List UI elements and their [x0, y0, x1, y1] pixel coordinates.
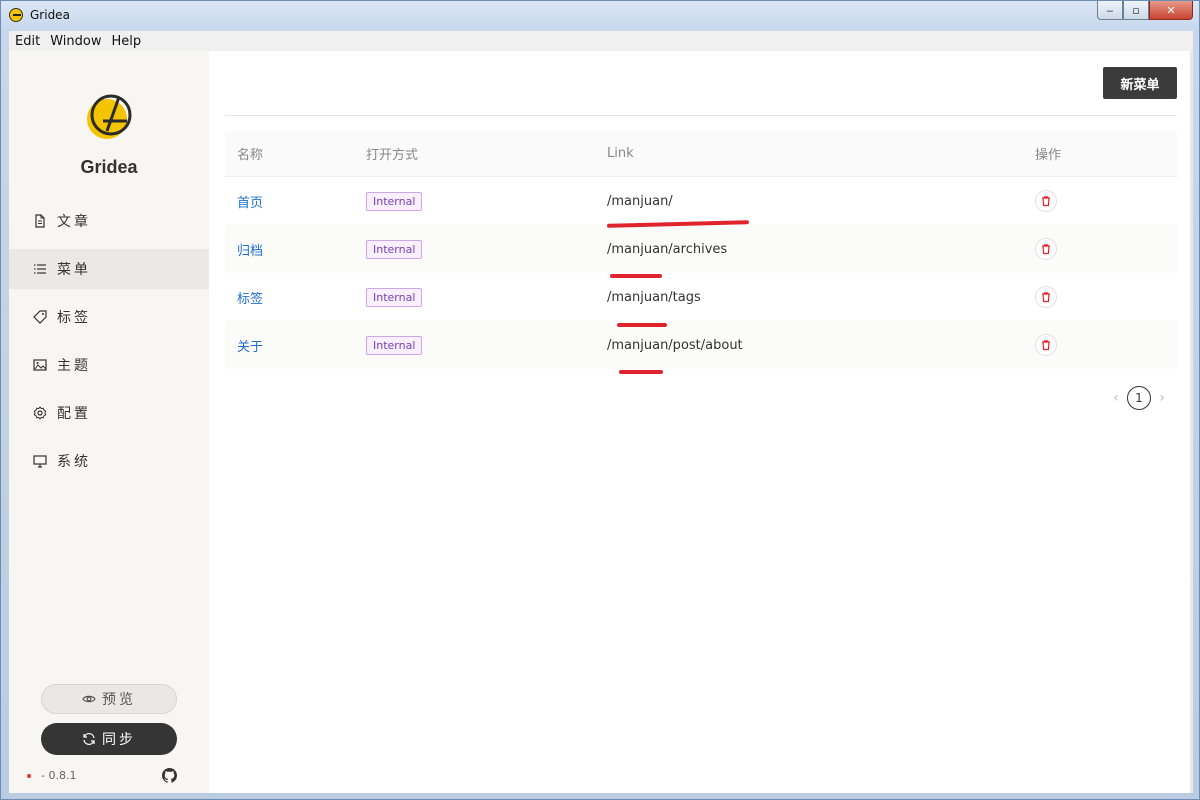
open-type-badge: Internal — [366, 335, 423, 355]
window-controls: ‒ ▫ ✕ — [1097, 1, 1193, 20]
update-dot — [27, 773, 31, 778]
column-header-open-type: 打开方式 — [366, 148, 419, 163]
sync-label: 同步 — [102, 732, 136, 748]
list-icon — [33, 262, 47, 276]
window-title: Gridea — [30, 8, 70, 22]
version-info: - 0.8.1 — [27, 769, 76, 782]
menu-name-link[interactable]: 标签 — [237, 292, 263, 307]
delete-button[interactable] — [1035, 334, 1057, 356]
open-type-badge: Internal — [366, 287, 423, 307]
app-window: Gridea ‒ ▫ ✕ Edit Window Help Gridea 文章 … — [0, 0, 1200, 800]
page-number-current[interactable]: 1 — [1127, 386, 1151, 410]
table-row: 关于 Internal /manjuan/post/about — [225, 321, 1177, 374]
table-header: 名称 打开方式 Link 操作 — [225, 131, 1177, 177]
menu-bar: Edit Window Help — [9, 31, 1193, 51]
table-row: 标签 Internal /manjuan/tags — [225, 273, 1177, 327]
window-edge-strip — [1190, 51, 1193, 793]
sidebar: Gridea 文章 菜单 标签 主题 配置 系统 预览 同步 - 0.8.1 — [9, 51, 209, 793]
trash-icon — [1042, 340, 1050, 351]
sidebar-item-label: 配置 — [57, 406, 91, 422]
table-body: 首页 Internal /manjuan/ 归档 Internal /manju… — [225, 177, 1177, 374]
version-text: - 0.8.1 — [41, 769, 77, 782]
document-icon — [33, 214, 47, 228]
trash-icon — [1042, 292, 1050, 303]
header-divider — [225, 115, 1177, 116]
red-annotation-underline — [617, 322, 667, 327]
sidebar-nav: 文章 菜单 标签 主题 配置 系统 — [9, 201, 209, 489]
menu-name-link[interactable]: 关于 — [237, 340, 263, 355]
monitor-icon — [33, 454, 47, 468]
menu-table: 名称 打开方式 Link 操作 首页 Internal /manjuan/ 归档… — [225, 131, 1177, 374]
menu-name-link[interactable]: 首页 — [237, 196, 263, 211]
menu-help[interactable]: Help — [111, 34, 141, 49]
trash-icon — [1042, 196, 1050, 207]
open-type-badge: Internal — [366, 239, 423, 259]
red-annotation-underline — [619, 369, 663, 374]
table-row: 归档 Internal /manjuan/archives — [225, 225, 1177, 278]
new-menu-button[interactable]: 新菜单 — [1103, 67, 1177, 99]
table-row: 首页 Internal /manjuan/ — [225, 177, 1177, 228]
sidebar-item-label: 系统 — [57, 454, 91, 470]
delete-button[interactable] — [1035, 238, 1057, 260]
column-header-link: Link — [607, 146, 634, 161]
client-area: Gridea 文章 菜单 标签 主题 配置 系统 预览 同步 - 0.8.1 新… — [9, 51, 1190, 793]
title-bar[interactable]: Gridea ‒ ▫ ✕ — [1, 1, 1199, 31]
gear-icon — [33, 406, 47, 420]
preview-button[interactable]: 预览 — [41, 684, 177, 714]
main-content: 新菜单 名称 打开方式 Link 操作 首页 Internal /manjuan… — [209, 51, 1190, 793]
delete-button[interactable] — [1035, 190, 1057, 212]
github-icon[interactable] — [162, 768, 177, 783]
tag-icon — [33, 310, 47, 324]
sidebar-item-label: 标签 — [57, 310, 91, 326]
sidebar-item-themes[interactable]: 主题 — [9, 345, 209, 385]
sidebar-item-label: 菜单 — [57, 262, 91, 278]
open-type-badge: Internal — [366, 191, 423, 211]
brand-name: Gridea — [80, 157, 138, 177]
column-header-actions: 操作 — [1035, 148, 1062, 163]
prev-page-icon[interactable]: ‹ — [1109, 390, 1123, 406]
image-icon — [33, 358, 47, 372]
menu-window[interactable]: Window — [50, 34, 101, 49]
column-header-name: 名称 — [237, 148, 264, 163]
menu-link-text: /manjuan/post/about — [607, 337, 743, 353]
sidebar-item-settings[interactable]: 配置 — [9, 393, 209, 433]
menu-name-link[interactable]: 归档 — [237, 244, 263, 259]
pagination: ‹ 1 › — [1109, 386, 1169, 410]
minimize-button[interactable]: ‒ — [1097, 1, 1123, 20]
maximize-button[interactable]: ▫ — [1123, 1, 1149, 20]
app-logo-icon — [9, 8, 23, 22]
sidebar-item-menu[interactable]: 菜单 — [9, 249, 209, 289]
sidebar-item-label: 文章 — [57, 214, 91, 230]
sidebar-item-system[interactable]: 系统 — [9, 441, 209, 481]
menu-link-text: /manjuan/ — [607, 193, 673, 209]
menu-link-text: /manjuan/archives — [607, 241, 728, 257]
gridea-logo-icon — [87, 94, 132, 139]
preview-label: 预览 — [102, 692, 136, 708]
menu-edit[interactable]: Edit — [15, 34, 40, 49]
trash-icon — [1042, 244, 1050, 255]
eye-icon — [82, 695, 96, 703]
delete-button[interactable] — [1035, 286, 1057, 308]
next-page-icon[interactable]: › — [1155, 390, 1169, 406]
menu-link-text: /manjuan/tags — [607, 289, 701, 305]
sync-icon — [83, 733, 95, 745]
sidebar-item-label: 主题 — [57, 358, 91, 374]
red-annotation-underline — [610, 273, 662, 278]
sync-button[interactable]: 同步 — [41, 723, 177, 755]
close-button[interactable]: ✕ — [1149, 1, 1193, 20]
sidebar-item-articles[interactable]: 文章 — [9, 201, 209, 241]
sidebar-item-tags[interactable]: 标签 — [9, 297, 209, 337]
